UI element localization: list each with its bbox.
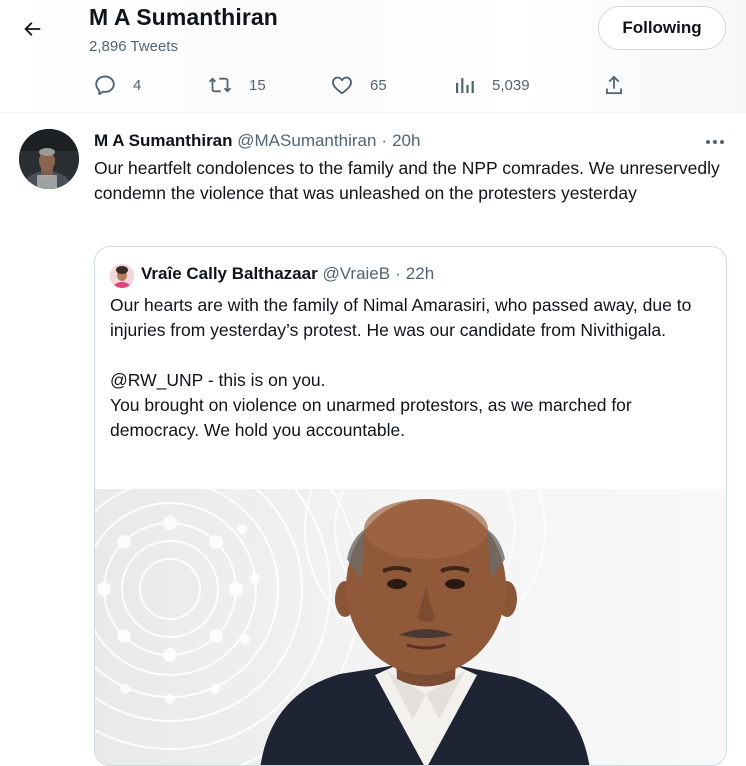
tweet-count: 2,896 Tweets bbox=[89, 38, 178, 55]
reply-icon bbox=[95, 75, 115, 95]
separator-dot: · bbox=[381, 131, 388, 150]
quoted-tweet-card[interactable]: Vraîe Cally Balthazaar @VraieB · 22h Our h… bbox=[94, 246, 727, 766]
retweet-icon bbox=[208, 77, 232, 93]
tweet-time[interactable]: 20h bbox=[392, 131, 420, 150]
tweet-header: M A Sumanthiran @MASumanthiran · 20h bbox=[94, 131, 420, 151]
author-avatar[interactable] bbox=[19, 129, 79, 189]
author-avatar-photo bbox=[19, 129, 79, 189]
tweet-text: Our heartfelt condolences to the family … bbox=[94, 158, 720, 203]
more-icon bbox=[706, 140, 724, 144]
like-count: 65 bbox=[370, 76, 387, 94]
reply-count: 4 bbox=[133, 76, 142, 94]
profile-header: M A Sumanthiran 2,896 Tweets Following 4… bbox=[0, 0, 746, 113]
quoted-tweet-image[interactable] bbox=[95, 489, 726, 765]
quoted-tweet-text: Our hearts are with the family of Nimal … bbox=[110, 293, 715, 443]
following-button[interactable]: Following bbox=[598, 6, 726, 50]
heart-icon bbox=[332, 76, 352, 95]
reply-action[interactable]: 4 bbox=[93, 72, 141, 98]
more-options-button[interactable] bbox=[700, 130, 730, 154]
tweet-author-name[interactable]: M A Sumanthiran bbox=[94, 131, 233, 150]
retweet-action[interactable]: 15 bbox=[207, 72, 266, 98]
share-action[interactable] bbox=[602, 72, 626, 98]
tweet-author-handle[interactable]: @MASumanthiran bbox=[237, 131, 376, 150]
quoted-author-avatar[interactable] bbox=[110, 264, 134, 288]
profile-name: M A Sumanthiran bbox=[89, 4, 278, 30]
quoted-avatar-photo bbox=[110, 264, 134, 288]
views-icon bbox=[456, 78, 474, 93]
quoted-author-name[interactable]: Vraîe Cally Balthazaar bbox=[141, 264, 318, 283]
quoted-author-handle[interactable]: @VraieB bbox=[322, 264, 390, 283]
quoted-line-2: @RW_UNP - this is on you. bbox=[110, 370, 326, 390]
share-icon bbox=[606, 75, 622, 94]
retweet-count: 15 bbox=[249, 76, 266, 94]
memorial-photo bbox=[95, 489, 726, 765]
back-button[interactable] bbox=[14, 11, 50, 47]
quoted-tweet-header: Vraîe Cally Balthazaar @VraieB · 22h bbox=[141, 264, 434, 284]
views-action[interactable]: 5,039 bbox=[454, 72, 530, 98]
separator-dot: · bbox=[395, 264, 401, 283]
quoted-paragraph-1: Our hearts are with the family of Nimal … bbox=[110, 295, 692, 340]
like-action[interactable]: 65 bbox=[330, 72, 387, 98]
arrow-left-icon bbox=[24, 22, 41, 36]
quoted-line-3: You brought on violence on unarmed prote… bbox=[110, 395, 632, 440]
views-count: 5,039 bbox=[492, 76, 530, 94]
quoted-tweet-time[interactable]: 22h bbox=[406, 264, 434, 283]
